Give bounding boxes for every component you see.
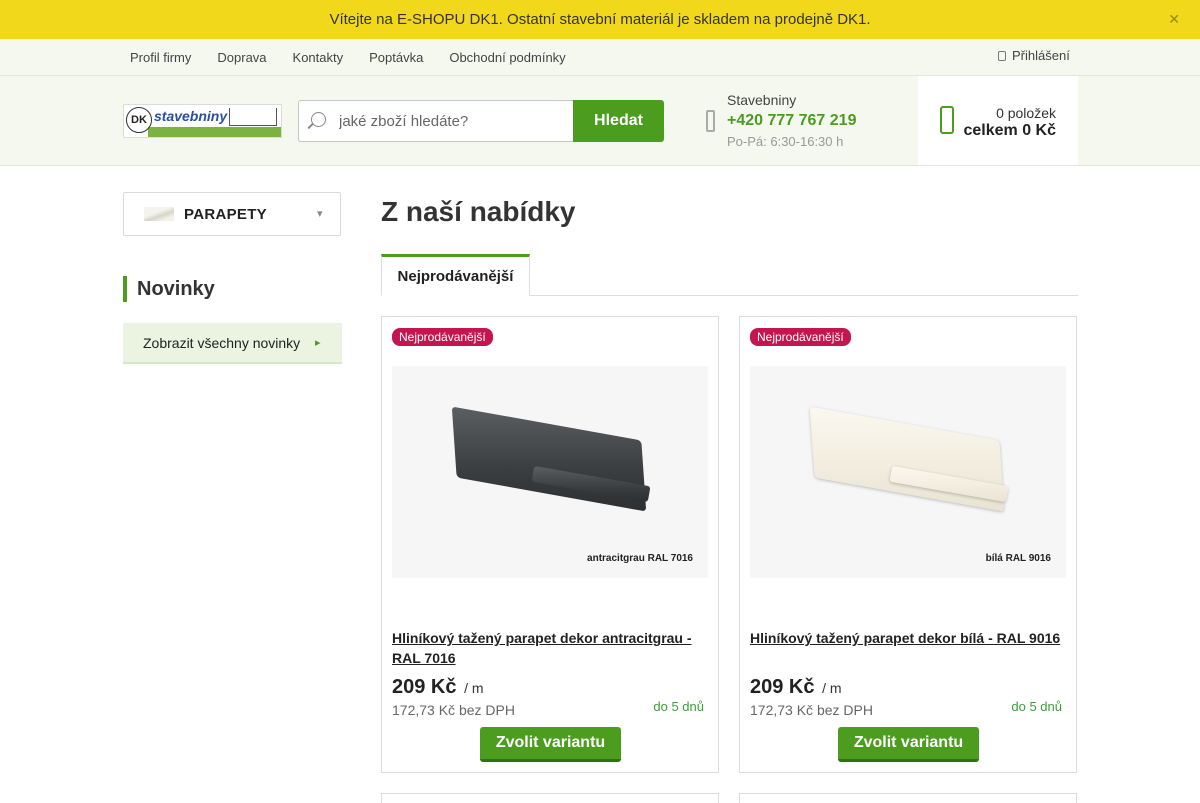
- cart-total: celkem 0 Kč: [963, 122, 1056, 139]
- search-input[interactable]: [339, 101, 569, 141]
- topnav-links: Profil firmy Doprava Kontakty Poptávka O…: [130, 39, 566, 76]
- cart-count: 0 položek: [996, 105, 1056, 121]
- user-icon: [998, 50, 1006, 61]
- product-image[interactable]: antracitgrau RAL 7016: [392, 366, 708, 578]
- close-icon[interactable]: ✕: [1168, 11, 1180, 28]
- cart-widget[interactable]: 0 položek celkem 0 Kč: [918, 76, 1078, 165]
- product-image[interactable]: bílá RAL 9016: [750, 366, 1066, 578]
- product-badge: Nejprodávanější: [392, 328, 493, 346]
- product-image-caption: bílá RAL 9016: [985, 553, 1051, 564]
- login-label: Přihlášení: [1012, 48, 1070, 63]
- show-all-news-label: Zobrazit všechny novinky: [143, 335, 301, 351]
- category-thumbnail: [144, 207, 174, 221]
- product-title[interactable]: Hliníkový tažený parapet dekor antracitg…: [392, 628, 708, 668]
- product-price-without-vat: 172,73 Kč bez DPH: [392, 702, 515, 718]
- site-logo[interactable]: DK stavebniny: [123, 104, 282, 138]
- login-link[interactable]: Přihlášení: [998, 48, 1070, 63]
- news-heading: Novinky: [123, 276, 215, 302]
- show-all-news-button[interactable]: Zobrazit všechny novinky ▸: [123, 323, 342, 364]
- chevron-down-icon: ▾: [317, 208, 323, 220]
- nav-link-shipping[interactable]: Doprava: [217, 50, 266, 65]
- product-price-unit: / m: [464, 680, 484, 696]
- product-card: Nejprodávanější bílá RAL 9016 Hliníkový …: [739, 316, 1077, 773]
- product-card-next: [739, 793, 1077, 803]
- phone-icon: [706, 110, 715, 132]
- banner-text: Vítejte na E-SHOPU DK1. Ostatní stavební…: [329, 11, 871, 28]
- product-image-caption: antracitgrau RAL 7016: [587, 553, 693, 564]
- product-badge: Nejprodávanější: [750, 328, 851, 346]
- product-price-value: 209 Kč: [750, 676, 815, 698]
- page-title: Z naší nabídky: [381, 196, 576, 227]
- product-card-next: [381, 793, 719, 803]
- logo-stripe: [148, 127, 281, 137]
- contact-label: Stavebniny: [727, 92, 797, 108]
- search-icon: [311, 112, 326, 127]
- product-card: Nejprodávanější antracitgrau RAL 7016 Hl…: [381, 316, 719, 773]
- choose-variant-button[interactable]: Zvolit variantu: [838, 727, 979, 762]
- choose-variant-button[interactable]: Zvolit variantu: [480, 727, 621, 762]
- category-label: PARAPETY: [184, 206, 267, 223]
- cart-icon: [940, 106, 954, 134]
- contact-hours: Po-Pá: 6:30-16:30 h: [727, 134, 844, 149]
- search-box: [298, 100, 574, 142]
- logo-text: stavebniny: [154, 108, 228, 124]
- nav-link-inquiry[interactable]: Poptávka: [369, 50, 423, 65]
- nav-link-profile[interactable]: Profil firmy: [130, 50, 191, 65]
- contact-phone[interactable]: +420 777 767 219: [727, 112, 856, 130]
- logo-mark: DK: [126, 107, 152, 133]
- top-navigation: Profil firmy Doprava Kontakty Poptávka O…: [0, 39, 1200, 76]
- product-availability: do 5 dnů: [653, 699, 704, 714]
- house-icon: [229, 108, 277, 126]
- product-price-unit: / m: [822, 680, 842, 696]
- product-price: 209 Kč / m: [750, 676, 842, 699]
- product-price-without-vat: 172,73 Kč bez DPH: [750, 702, 873, 718]
- welcome-banner: Vítejte na E-SHOPU DK1. Ostatní stavební…: [0, 0, 1200, 39]
- product-title[interactable]: Hliníkový tažený parapet dekor bílá - RA…: [750, 628, 1066, 648]
- sidebar-category-parapety[interactable]: PARAPETY ▾: [123, 192, 341, 236]
- nav-link-contacts[interactable]: Kontakty: [293, 50, 344, 65]
- product-price-value: 209 Kč: [392, 676, 457, 698]
- tab-bestsellers[interactable]: Nejprodávanější: [381, 254, 530, 296]
- site-header: DK stavebniny Hledat Stavebniny +420 777…: [0, 76, 1200, 166]
- nav-link-terms[interactable]: Obchodní podmínky: [449, 50, 565, 65]
- product-availability: do 5 dnů: [1011, 699, 1062, 714]
- product-price: 209 Kč / m: [392, 676, 484, 699]
- chevron-right-icon: ▸: [315, 337, 321, 349]
- search-button[interactable]: Hledat: [573, 100, 664, 142]
